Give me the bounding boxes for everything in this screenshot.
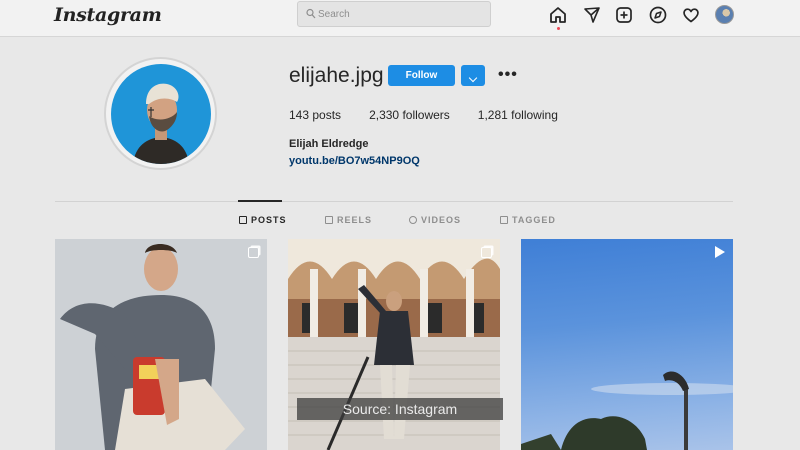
stat-following[interactable]: 1,281 following bbox=[478, 108, 558, 122]
tab-posts[interactable]: POSTS bbox=[239, 215, 287, 225]
profile-avatar-ring[interactable] bbox=[104, 57, 217, 170]
profile-bio-link[interactable]: youtu.be/BO7w54NP9OQ bbox=[289, 155, 420, 167]
suggested-accounts-button[interactable] bbox=[461, 65, 485, 86]
tab-reels[interactable]: REELS bbox=[325, 215, 372, 225]
stat-posts-label: posts bbox=[312, 108, 342, 122]
stat-followers[interactable]: 2,330 followers bbox=[369, 108, 450, 122]
stat-posts: 143 posts bbox=[289, 108, 341, 122]
profile-full-name: Elijah Eldredge bbox=[289, 138, 369, 150]
profile-avatar bbox=[111, 64, 211, 164]
tab-videos-label: VIDEOS bbox=[421, 215, 462, 225]
reels-icon bbox=[325, 216, 333, 224]
post-image-sky-lamp bbox=[521, 371, 733, 450]
post-thumbnail[interactable] bbox=[55, 239, 267, 450]
follow-button[interactable]: Follow bbox=[388, 65, 455, 86]
search-input[interactable] bbox=[318, 5, 483, 23]
tab-posts-label: POSTS bbox=[251, 215, 287, 225]
tab-tagged-label: TAGGED bbox=[512, 215, 556, 225]
tab-reels-label: REELS bbox=[337, 215, 373, 225]
grid-icon bbox=[239, 216, 247, 224]
post-thumbnail[interactable] bbox=[521, 239, 733, 450]
new-post-icon[interactable] bbox=[614, 5, 634, 25]
profile-avatar-nav[interactable] bbox=[715, 5, 734, 24]
profile-stats: 143 posts 2,330 followers 1,281 followin… bbox=[289, 108, 586, 122]
stat-following-label: following bbox=[511, 108, 558, 122]
home-icon[interactable] bbox=[548, 5, 568, 30]
more-options-button[interactable]: ••• bbox=[498, 66, 518, 84]
stat-following-count: 1,281 bbox=[477, 108, 508, 122]
stat-followers-count: 2,330 bbox=[369, 108, 400, 122]
direct-icon[interactable] bbox=[582, 5, 602, 25]
tagged-icon bbox=[500, 216, 508, 224]
search-box[interactable] bbox=[297, 1, 491, 27]
instagram-logo[interactable]: Instagram bbox=[54, 4, 162, 26]
carousel-icon bbox=[481, 247, 492, 258]
tab-tagged[interactable]: TAGGED bbox=[500, 215, 556, 225]
chevron-down-icon bbox=[468, 73, 478, 83]
post-image-man-sweater bbox=[55, 239, 267, 450]
video-icon bbox=[409, 216, 417, 224]
profile-username: elijahe.jpg bbox=[289, 64, 384, 87]
stat-followers-label: followers bbox=[402, 108, 450, 122]
stat-posts-count: 143 bbox=[289, 108, 310, 122]
reel-icon bbox=[715, 246, 725, 258]
tab-videos[interactable]: VIDEOS bbox=[409, 215, 461, 225]
search-icon bbox=[306, 8, 316, 19]
carousel-icon bbox=[248, 247, 259, 258]
explore-icon[interactable] bbox=[648, 5, 668, 25]
profile-divider bbox=[55, 201, 733, 202]
source-caption: Source: Instagram bbox=[297, 398, 503, 420]
activity-icon[interactable] bbox=[681, 5, 701, 25]
notification-dot bbox=[557, 27, 560, 30]
top-nav-bar: Instagram bbox=[0, 0, 800, 37]
avatar-illustration bbox=[133, 83, 189, 164]
active-tab-indicator bbox=[238, 200, 282, 202]
